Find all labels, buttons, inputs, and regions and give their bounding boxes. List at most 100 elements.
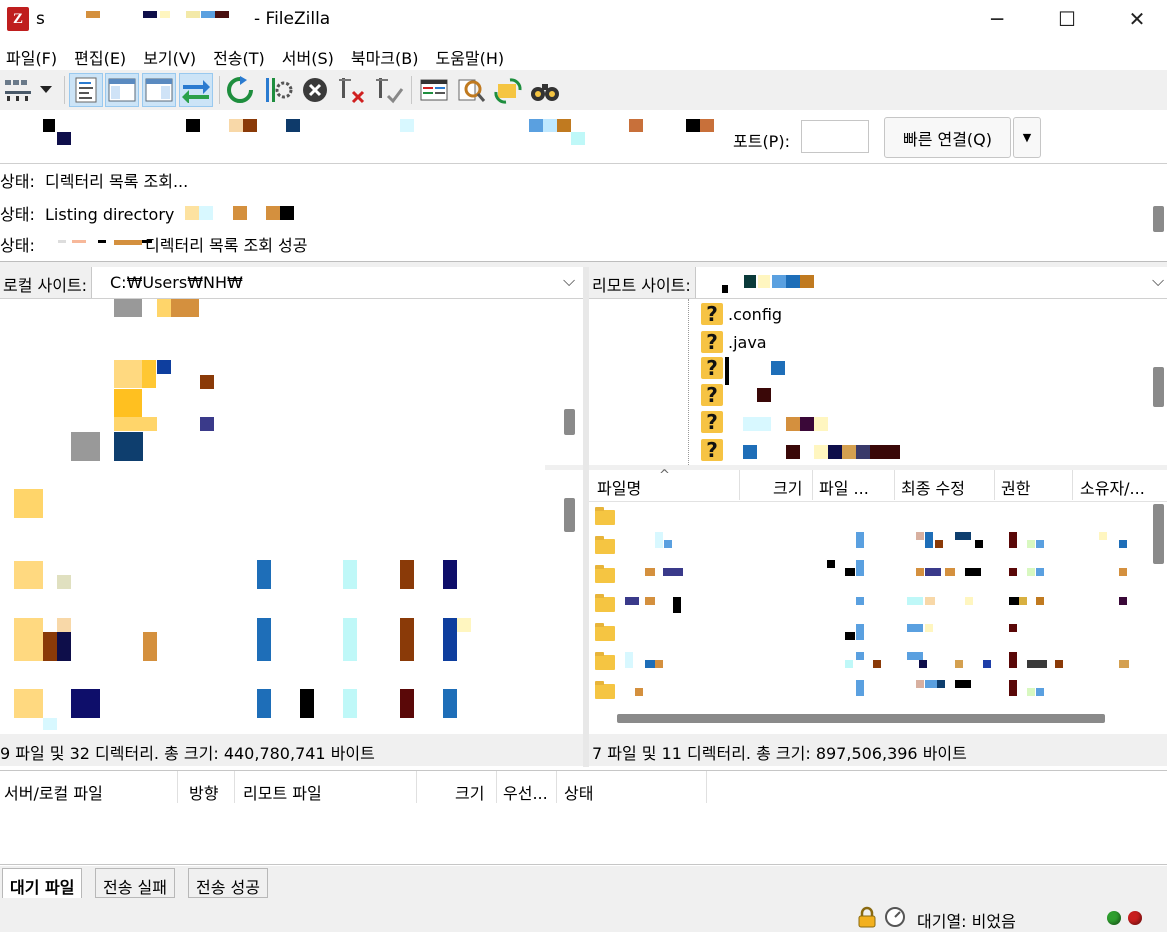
redacted-log-text — [72, 240, 86, 243]
log-line: 상태: Listing directory — [0, 201, 294, 225]
column-size[interactable]: 크기 — [773, 475, 802, 499]
tree-item[interactable]: ? — [589, 357, 1167, 385]
redacted-file-cell — [457, 618, 471, 632]
column-separator[interactable] — [994, 470, 995, 500]
queue-column-remote-file[interactable]: 리모트 파일 — [243, 780, 322, 804]
sync-browse-icon[interactable] — [492, 73, 526, 107]
column-last-modified[interactable]: 최종 수정 — [901, 475, 965, 499]
redacted-remote-path — [744, 275, 756, 288]
log-prefix: 상태: — [0, 205, 35, 224]
column-permissions[interactable]: 권한 — [1001, 475, 1030, 499]
remote-list-hscrollbar-thumb[interactable] — [617, 714, 1105, 723]
menu-transfer[interactable]: 전송(T) — [207, 40, 276, 70]
column-separator[interactable] — [234, 771, 235, 803]
local-list-scrollbar-thumb[interactable] — [564, 498, 575, 532]
redacted-file-cell — [257, 689, 271, 718]
menu-help[interactable]: 도움말(H) — [429, 40, 515, 70]
dropdown-arrow-icon[interactable] — [32, 73, 60, 107]
redacted-file-cell — [856, 680, 864, 696]
redacted-file-cell — [965, 597, 973, 605]
redacted-tree-item — [157, 360, 171, 374]
log-scrollbar-thumb[interactable] — [1153, 206, 1164, 232]
local-directory-tree[interactable] — [0, 299, 583, 465]
cancel-icon[interactable] — [298, 73, 332, 107]
disconnect-icon[interactable] — [335, 73, 369, 107]
column-separator[interactable] — [706, 771, 707, 803]
maximize-button[interactable]: ☐ — [1032, 0, 1102, 38]
minimize-button[interactable]: ─ — [962, 0, 1032, 38]
toggle-local-tree-icon[interactable] — [105, 73, 139, 107]
queue-column-status[interactable]: 상태 — [564, 780, 593, 804]
local-path-input[interactable]: C:₩Users₩NH₩ — [110, 273, 243, 292]
menu-view[interactable]: 보기(V) — [137, 40, 207, 70]
toggle-log-icon[interactable] — [69, 73, 103, 107]
find-icon[interactable] — [528, 73, 562, 107]
tree-item[interactable]: ? .java — [589, 331, 1167, 357]
redacted-log-text — [142, 240, 152, 243]
column-separator[interactable] — [894, 470, 895, 500]
toggle-queue-icon[interactable] — [179, 73, 213, 107]
redacted-file-cell — [57, 575, 71, 589]
column-separator[interactable] — [177, 771, 178, 803]
remote-tree-scrollbar-thumb[interactable] — [1153, 367, 1164, 407]
redacted-file-cell — [443, 560, 457, 589]
menu-edit[interactable]: 편집(E) — [68, 40, 137, 70]
queue-column-direction[interactable]: 방향 — [189, 780, 218, 804]
redacted-file-cell — [955, 660, 963, 668]
remote-list-scrollbar-thumb[interactable] — [1153, 504, 1164, 564]
directory-compare-icon[interactable] — [417, 73, 451, 107]
redacted-file-cell — [845, 568, 855, 576]
filter-icon[interactable] — [455, 73, 489, 107]
remote-directory-tree[interactable]: ? .config ? .java ? ? ? ? — [589, 299, 1167, 465]
redacted-file-cell — [827, 560, 835, 568]
reconnect-icon[interactable] — [372, 73, 406, 107]
speed-limit-icon[interactable] — [884, 906, 906, 928]
tab-successful-transfers[interactable]: 전송 성공 — [188, 868, 268, 898]
column-separator[interactable] — [812, 470, 813, 500]
redacted-file-cell — [625, 652, 633, 668]
redacted-file-cell — [1019, 597, 1027, 605]
column-separator[interactable] — [556, 771, 557, 803]
process-queue-icon[interactable] — [261, 73, 295, 107]
port-input[interactable] — [801, 120, 869, 153]
tree-item[interactable]: ? — [589, 411, 1167, 437]
redacted-file-cell — [925, 568, 941, 576]
local-file-list[interactable] — [0, 470, 583, 732]
redacted-title-block — [201, 11, 215, 18]
tree-item[interactable]: ? — [589, 384, 1167, 410]
quickconnect-button[interactable]: 빠른 연결(Q) — [884, 117, 1011, 158]
chevron-down-icon[interactable]: ⌵ — [563, 271, 575, 291]
column-separator[interactable] — [739, 470, 740, 500]
column-separator[interactable] — [416, 771, 417, 803]
file-icon — [14, 561, 43, 589]
toggle-remote-tree-icon[interactable] — [142, 73, 176, 107]
close-button[interactable]: ✕ — [1102, 0, 1167, 38]
menu-bookmarks[interactable]: 북마크(B) — [345, 40, 430, 70]
queue-column-local-file[interactable]: 서버/로컬 파일 — [4, 780, 103, 804]
redacted-file-cell — [916, 532, 924, 540]
remote-file-list[interactable] — [589, 502, 1167, 732]
queue-column-priority[interactable]: 우선... — [503, 780, 548, 804]
queue-column-size[interactable]: 크기 — [455, 780, 484, 804]
menu-file[interactable]: 파일(F) — [0, 40, 68, 70]
tab-queued-files[interactable]: 대기 파일 — [2, 868, 83, 898]
redacted-title-block — [143, 11, 157, 18]
username-input[interactable] — [371, 118, 486, 146]
site-manager-icon[interactable] — [2, 73, 36, 107]
tree-item[interactable]: ? — [589, 439, 1167, 465]
column-separator[interactable] — [1072, 470, 1073, 500]
refresh-icon[interactable] — [223, 73, 257, 107]
column-filetype[interactable]: 파일 ... — [819, 475, 869, 499]
redacted-file-cell — [845, 660, 853, 668]
column-owner[interactable]: 소유자/... — [1080, 475, 1145, 499]
tree-item[interactable]: ? .config — [589, 303, 1167, 329]
column-separator[interactable] — [496, 771, 497, 803]
column-filename[interactable]: 파일명 — [597, 475, 641, 499]
quickconnect-dropdown-button[interactable]: ▼ — [1013, 117, 1041, 158]
tab-failed-transfers[interactable]: 전송 실패 — [95, 868, 175, 898]
local-tree-scrollbar-thumb[interactable] — [564, 409, 575, 435]
menu-server[interactable]: 서버(S) — [276, 40, 345, 70]
redacted-file-cell — [645, 568, 655, 576]
toolbar-separator — [64, 76, 65, 104]
chevron-down-icon[interactable]: ⌵ — [1152, 271, 1164, 291]
